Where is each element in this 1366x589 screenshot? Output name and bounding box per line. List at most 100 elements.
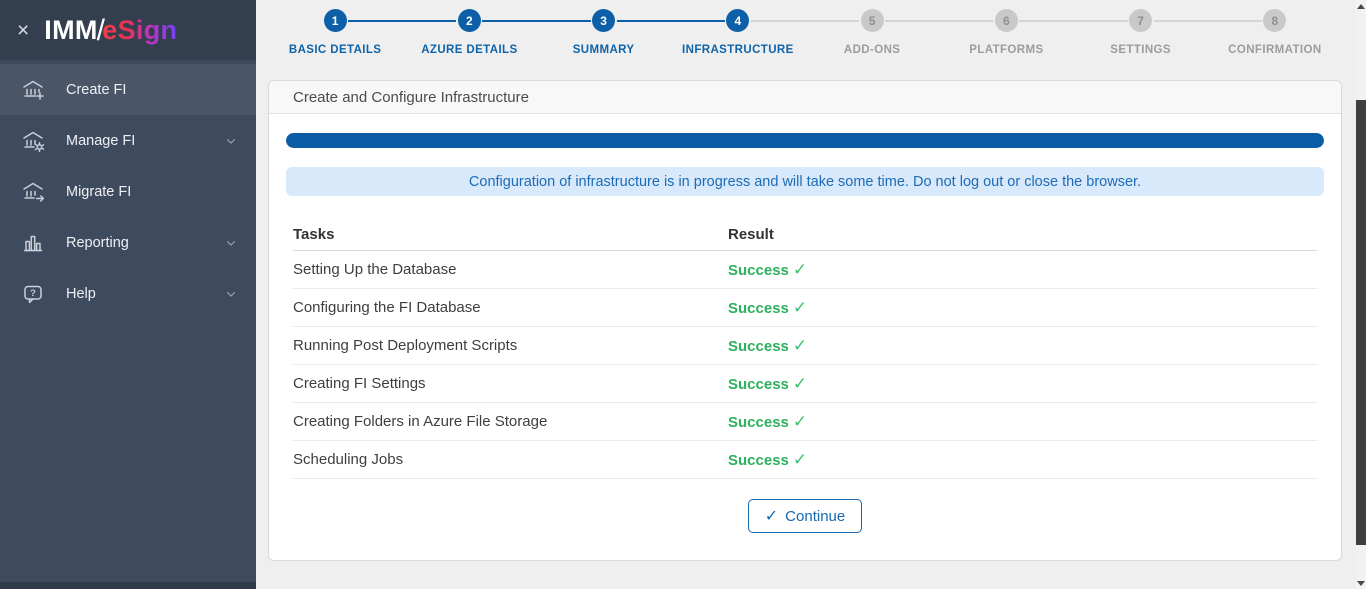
- wizard-step-confirmation[interactable]: 8 CONFIRMATION: [1207, 5, 1342, 56]
- bar-chart-icon: [20, 231, 46, 255]
- wizard-step-settings[interactable]: 7 SETTINGS: [1073, 5, 1209, 56]
- task-name: Running Post Deployment Scripts: [293, 337, 518, 354]
- check-icon: ✓: [792, 259, 808, 279]
- tasks-table: Tasks Result Setting Up the Database Suc…: [293, 218, 1317, 479]
- table-row: Scheduling Jobs Success ✓: [293, 441, 1317, 479]
- step-label: CONFIRMATION: [1228, 44, 1322, 56]
- task-name: Creating FI Settings: [293, 375, 426, 392]
- sidebar-item-reporting[interactable]: Reporting: [0, 217, 256, 268]
- task-name: Scheduling Jobs: [293, 451, 404, 468]
- logo-imm-text: IMM: [44, 15, 98, 45]
- close-icon[interactable]: ×: [17, 20, 29, 41]
- wizard-step-basic-details[interactable]: 1 BASIC DETAILS: [268, 5, 403, 56]
- wizard-step-add-ons[interactable]: 5 ADD-ONS: [805, 5, 940, 56]
- scrollbar-thumb[interactable]: [1356, 100, 1366, 545]
- sidebar-item-label: Manage FI: [66, 132, 136, 149]
- continue-button[interactable]: ✓ Continue: [747, 499, 863, 533]
- continue-button-label: Continue: [785, 507, 846, 525]
- bank-arrow-icon: [20, 180, 46, 204]
- app-window: × IMM/eSign Create FI Manage FI Migrate …: [0, 0, 1366, 589]
- progress-bar-fill: [286, 133, 1324, 148]
- main-content: 1 BASIC DETAILS 2 AZURE DETAILS 3 SUMMAR…: [256, 0, 1366, 589]
- wizard-step-azure-details[interactable]: 2 AZURE DETAILS: [402, 5, 537, 56]
- result-status-text: Success: [728, 337, 789, 355]
- column-header-tasks: Tasks: [293, 225, 335, 243]
- task-name: Setting Up the Database: [293, 261, 457, 278]
- sidebar-item-help[interactable]: ? Help: [0, 268, 256, 319]
- button-row: ✓ Continue: [286, 499, 1324, 533]
- sidebar-header: × IMM/eSign: [0, 0, 256, 60]
- sidebar: × IMM/eSign Create FI Manage FI Migrate …: [0, 0, 256, 589]
- logo-slash: /: [96, 14, 106, 47]
- step-label: BASIC DETAILS: [288, 44, 382, 56]
- table-body: Setting Up the Database Success ✓ Configu…: [293, 251, 1317, 479]
- vertical-scrollbar[interactable]: [1356, 0, 1366, 589]
- step-label: SUMMARY: [572, 44, 635, 56]
- step-label: AZURE DETAILS: [421, 44, 518, 56]
- scrollbar-down-icon[interactable]: [1356, 577, 1366, 589]
- table-row: Creating FI Settings Success ✓: [293, 365, 1317, 403]
- chevron-down-icon: [224, 287, 238, 301]
- step-number-badge: 4: [726, 9, 750, 32]
- chevron-down-icon: [224, 236, 238, 250]
- check-icon: ✓: [792, 449, 808, 469]
- step-label: PLATFORMS: [969, 44, 1044, 56]
- bank-gear-icon: [20, 129, 46, 153]
- app-logo: IMM/eSign: [44, 13, 177, 47]
- check-icon: ✓: [792, 411, 808, 431]
- table-row: Running Post Deployment Scripts Success ✓: [293, 327, 1317, 365]
- step-number-badge: 2: [457, 9, 481, 32]
- panel-title: Create and Configure Infrastructure: [269, 81, 1341, 114]
- check-icon: ✓: [764, 508, 779, 525]
- step-label: SETTINGS: [1110, 44, 1171, 56]
- step-number-badge: 6: [994, 9, 1018, 32]
- table-header-row: Tasks Result: [293, 218, 1317, 251]
- sidebar-item-label: Create FI: [66, 81, 127, 98]
- task-result: Success ✓: [728, 298, 1317, 318]
- sidebar-item-create-fi[interactable]: Create FI: [0, 64, 256, 115]
- sidebar-item-migrate-fi[interactable]: Migrate FI: [0, 166, 256, 217]
- wizard-step-infrastructure[interactable]: 4 INFRASTRUCTURE: [670, 5, 806, 56]
- panel-body: Configuration of infrastructure is in pr…: [269, 114, 1341, 560]
- wizard-step-summary[interactable]: 3 SUMMARY: [536, 5, 672, 56]
- wizard-stepper: 1 BASIC DETAILS 2 AZURE DETAILS 3 SUMMAR…: [268, 0, 1342, 56]
- step-number-badge: 8: [1263, 9, 1287, 32]
- task-result: Success ✓: [728, 450, 1317, 470]
- svg-text:?: ?: [30, 288, 36, 299]
- result-status-text: Success: [728, 375, 789, 393]
- sidebar-item-label: Reporting: [66, 234, 129, 251]
- sidebar-bottom-strip: [0, 582, 256, 589]
- step-number-badge: 3: [592, 9, 616, 32]
- wizard-step-platforms[interactable]: 6 PLATFORMS: [939, 5, 1074, 56]
- check-icon: ✓: [792, 335, 808, 355]
- task-result: Success ✓: [728, 336, 1317, 356]
- sidebar-menu: Create FI Manage FI Migrate FI Reporting…: [0, 60, 256, 319]
- chevron-down-icon: [224, 134, 238, 148]
- bank-plus-icon: [20, 78, 46, 102]
- table-row: Creating Folders in Azure File Storage S…: [293, 403, 1317, 441]
- check-icon: ✓: [792, 297, 808, 317]
- task-result: Success ✓: [728, 412, 1317, 432]
- infrastructure-panel: Create and Configure Infrastructure Conf…: [268, 80, 1342, 561]
- scrollbar-up-icon[interactable]: [1356, 0, 1366, 12]
- help-bubble-icon: ?: [20, 282, 46, 306]
- result-status-text: Success: [728, 413, 789, 431]
- step-label: ADD-ONS: [843, 44, 901, 56]
- task-name: Creating Folders in Azure File Storage: [293, 413, 548, 430]
- result-status-text: Success: [728, 261, 789, 279]
- check-icon: ✓: [792, 373, 808, 393]
- task-name: Configuring the FI Database: [293, 299, 481, 316]
- column-header-result: Result: [728, 225, 774, 243]
- sidebar-item-label: Help: [66, 285, 96, 302]
- sidebar-item-manage-fi[interactable]: Manage FI: [0, 115, 256, 166]
- table-row: Setting Up the Database Success ✓: [293, 251, 1317, 289]
- table-row: Configuring the FI Database Success ✓: [293, 289, 1317, 327]
- info-banner: Configuration of infrastructure is in pr…: [286, 167, 1324, 196]
- result-status-text: Success: [728, 299, 789, 317]
- step-number-badge: 5: [860, 9, 884, 32]
- task-result: Success ✓: [728, 374, 1317, 394]
- result-status-text: Success: [728, 451, 789, 469]
- step-number-badge: 1: [323, 9, 347, 32]
- progress-bar: [286, 133, 1324, 148]
- sidebar-item-label: Migrate FI: [66, 183, 132, 200]
